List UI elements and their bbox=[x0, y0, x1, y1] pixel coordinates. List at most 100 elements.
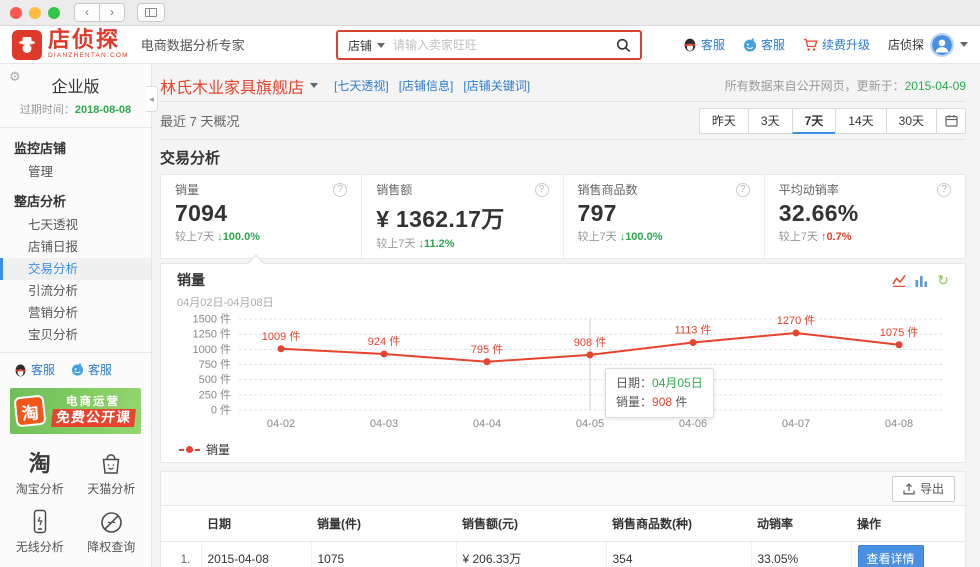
history-back-button[interactable]: ‹ bbox=[74, 3, 100, 22]
view-detail-button[interactable]: 查看详情 bbox=[858, 545, 924, 567]
range-30day-button[interactable]: 30天 bbox=[886, 108, 937, 134]
search-icon[interactable] bbox=[607, 38, 640, 53]
app-header: 店侦探 DIANZHENTAN.COM 电商数据分析专家 店铺 客服 bbox=[0, 26, 980, 64]
tool-wireless-analysis[interactable]: 无线分析 bbox=[4, 508, 76, 555]
account-menu[interactable]: 店侦探 bbox=[888, 33, 968, 57]
col-header-date: 日期 bbox=[201, 506, 311, 541]
range-3day-button[interactable]: 3天 bbox=[748, 108, 793, 134]
search-category-label: 店铺 bbox=[348, 37, 372, 54]
chart-legend[interactable]: 销量 bbox=[161, 438, 965, 458]
stat-value: ¥ 1362.17万 bbox=[376, 200, 548, 234]
sidebar-qq-service-link[interactable]: 客服 bbox=[14, 361, 55, 378]
help-icon[interactable]: ? bbox=[535, 183, 549, 197]
account-name: 店侦探 bbox=[888, 36, 924, 53]
stat-value: 797 bbox=[578, 200, 750, 227]
line-chart-icon[interactable] bbox=[892, 274, 906, 287]
calendar-button[interactable] bbox=[936, 108, 966, 134]
brand-logo[interactable]: 店侦探 DIANZHENTAN.COM bbox=[12, 29, 129, 60]
sidebar-item-marketing-analysis[interactable]: 营销分析 bbox=[0, 302, 151, 324]
link-seven-day[interactable]: [七天透视] bbox=[334, 77, 389, 94]
expire-info: 过期时间：2018-08-08 bbox=[0, 101, 151, 117]
stat-label: 平均动销率 bbox=[779, 181, 839, 198]
gear-icon[interactable]: ⚙ bbox=[9, 69, 21, 85]
history-forward-button[interactable]: › bbox=[99, 3, 125, 22]
sidebar-item-traffic-analysis[interactable]: 引流分析 bbox=[0, 280, 151, 302]
chevron-down-icon bbox=[377, 43, 385, 48]
sidebar-toggle-button[interactable] bbox=[137, 3, 165, 22]
qq-service-link[interactable]: 客服 bbox=[683, 36, 725, 53]
sidebar-qq-service-label: 客服 bbox=[31, 361, 55, 378]
window-close-button[interactable] bbox=[10, 7, 22, 19]
cell-amount: ¥ 206.33万 bbox=[456, 541, 606, 567]
window-minimize-button[interactable] bbox=[29, 7, 41, 19]
expire-label: 过期时间： bbox=[20, 104, 75, 116]
store-name-dropdown[interactable]: 林氏木业家具旗舰店 bbox=[160, 74, 318, 98]
taobao-icon: 淘 bbox=[29, 453, 51, 475]
export-label: 导出 bbox=[920, 480, 944, 497]
cell-date: 2015-04-08 bbox=[201, 541, 311, 567]
sidebar-collapse-handle[interactable]: ◂ bbox=[146, 86, 158, 112]
svg-text:1009 件: 1009 件 bbox=[262, 330, 301, 343]
cell-rate: 33.05% bbox=[751, 541, 851, 567]
search-input[interactable] bbox=[393, 38, 607, 52]
stat-value: 32.66% bbox=[779, 200, 951, 227]
tool-demotion-check[interactable]: 降权查询 bbox=[76, 508, 148, 555]
promo-banner[interactable]: 淘 电商运营 免费公开课 bbox=[10, 388, 141, 434]
window-zoom-button[interactable] bbox=[48, 7, 60, 19]
refresh-icon[interactable]: ↻ bbox=[937, 273, 949, 287]
wangwang-service-link[interactable]: 客服 bbox=[743, 36, 785, 53]
help-icon[interactable]: ? bbox=[736, 183, 750, 197]
chart-tooltip: 日期：04月05日 销量：908 件 bbox=[605, 368, 714, 418]
svg-text:750 件: 750 件 bbox=[199, 358, 231, 371]
search-category-dropdown[interactable]: 店铺 bbox=[338, 37, 393, 54]
link-store-keywords[interactable]: [店铺关键词] bbox=[463, 77, 530, 94]
help-icon[interactable]: ? bbox=[333, 183, 347, 197]
stat-card-avg-turnover[interactable]: 平均动销率 ? 32.66% 较上7天 ↑0.7% bbox=[765, 175, 965, 258]
chart-plot-area[interactable]: 0 件250 件500 件750 件1000 件1250 件1500 件04-0… bbox=[161, 309, 965, 438]
sidebar-item-manage[interactable]: 管理 bbox=[0, 161, 151, 183]
tool-tmall-analysis[interactable]: 天猫分析 bbox=[76, 450, 148, 497]
sidebar-wangwang-service-label: 客服 bbox=[88, 361, 112, 378]
link-store-info[interactable]: [店铺信息] bbox=[399, 77, 454, 94]
tool-taobao-analysis[interactable]: 淘 淘宝分析 bbox=[4, 450, 76, 497]
compare-label: 较上7天 bbox=[376, 238, 415, 250]
period-title: 最近 7 天概况 bbox=[160, 111, 239, 130]
taobao-logo-icon: 淘 bbox=[14, 395, 47, 428]
table-row: 1. 2015-04-08 1075 ¥ 206.33万 354 33.05% … bbox=[161, 541, 965, 567]
detective-logo-icon bbox=[12, 30, 42, 60]
sidebar-wangwang-service-link[interactable]: 客服 bbox=[71, 361, 112, 378]
delta-value: 100.0% bbox=[625, 231, 662, 243]
stat-card-sales-volume[interactable]: 销量 ? 7094 较上7天 ↓100.0% bbox=[161, 175, 362, 258]
svg-text:795 件: 795 件 bbox=[471, 343, 503, 356]
bar-chart-icon[interactable] bbox=[915, 274, 928, 287]
svg-text:04-02: 04-02 bbox=[267, 418, 295, 430]
renew-upgrade-link[interactable]: 续费升级 bbox=[803, 36, 870, 53]
export-icon bbox=[903, 483, 915, 495]
sidebar-item-item-analysis[interactable]: 宝贝分析 bbox=[0, 324, 151, 346]
update-prefix: 所有数据来自公开网页，更新于： bbox=[725, 79, 905, 93]
sidebar-item-seven-day[interactable]: 七天透视 bbox=[0, 214, 151, 236]
range-14day-button[interactable]: 14天 bbox=[835, 108, 886, 134]
tooltip-value-label: 销量： bbox=[616, 395, 652, 409]
col-header-products: 销售商品数(种) bbox=[606, 506, 751, 541]
help-icon[interactable]: ? bbox=[937, 183, 951, 197]
stat-card-sales-amount[interactable]: 销售额 ? ¥ 1362.17万 较上7天 ↓11.2% bbox=[362, 175, 563, 258]
legend-marker-icon bbox=[179, 446, 200, 453]
svg-text:04-08: 04-08 bbox=[885, 418, 913, 430]
range-yesterday-button[interactable]: 昨天 bbox=[699, 108, 749, 134]
stat-card-product-count[interactable]: 销售商品数 ? 797 较上7天 ↓100.0% bbox=[564, 175, 765, 258]
chevron-down-icon bbox=[310, 83, 318, 88]
range-7day-button[interactable]: 7天 bbox=[792, 108, 837, 134]
sales-line-chart[interactable]: 0 件250 件500 件750 件1000 件1250 件1500 件04-0… bbox=[177, 309, 951, 435]
export-button[interactable]: 导出 bbox=[892, 476, 955, 502]
menu-section-monitor: 监控店铺 bbox=[0, 130, 151, 161]
sidebar-item-trade-analysis[interactable]: 交易分析 bbox=[0, 258, 151, 280]
avatar bbox=[930, 33, 954, 57]
chart-date-range: 04月02日-04月08日 bbox=[161, 294, 965, 309]
cart-icon bbox=[803, 38, 818, 52]
svg-text:250 件: 250 件 bbox=[199, 388, 231, 401]
search-bar: 店铺 bbox=[336, 30, 642, 60]
sidebar-item-daily-report[interactable]: 店铺日报 bbox=[0, 236, 151, 258]
svg-text:1500 件: 1500 件 bbox=[192, 313, 231, 326]
logo-domain: DIANZHENTAN.COM bbox=[48, 53, 129, 60]
